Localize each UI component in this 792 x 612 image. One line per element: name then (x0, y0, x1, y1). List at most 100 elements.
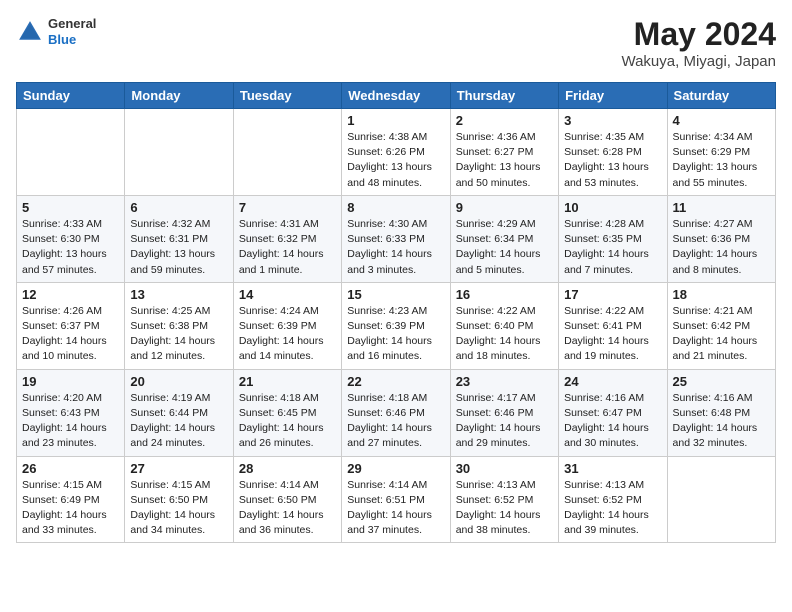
weekday-header-friday: Friday (559, 83, 667, 109)
day-info: Sunrise: 4:16 AMSunset: 6:47 PMDaylight:… (564, 391, 661, 452)
day-info: Sunrise: 4:22 AMSunset: 6:41 PMDaylight:… (564, 304, 661, 365)
day-info: Sunrise: 4:36 AMSunset: 6:27 PMDaylight:… (456, 130, 553, 191)
calendar-cell: 7 Sunrise: 4:31 AMSunset: 6:32 PMDaylight… (233, 195, 341, 282)
calendar-cell: 18Sunrise: 4:21 AMSunset: 6:42 PMDayligh… (667, 282, 775, 369)
calendar-table: SundayMondayTuesdayWednesdayThursdayFrid… (16, 82, 776, 543)
logo-blue-text: Blue (48, 32, 96, 48)
day-number: 8 (347, 200, 444, 215)
day-number: 13 (130, 287, 227, 302)
calendar-cell: 3Sunrise: 4:35 AMSunset: 6:28 PMDaylight… (559, 109, 667, 196)
calendar-cell: 9 Sunrise: 4:29 AMSunset: 6:34 PMDaylight… (450, 195, 558, 282)
day-info: Sunrise: 4:14 AMSunset: 6:51 PMDaylight:… (347, 478, 444, 539)
day-info: Sunrise: 4:27 AMSunset: 6:36 PMDaylight:… (673, 217, 770, 278)
calendar-cell: 22Sunrise: 4:18 AMSunset: 6:46 PMDayligh… (342, 369, 450, 456)
calendar-cell (667, 456, 775, 543)
day-number: 17 (564, 287, 661, 302)
calendar-cell: 23Sunrise: 4:17 AMSunset: 6:46 PMDayligh… (450, 369, 558, 456)
day-number: 16 (456, 287, 553, 302)
day-number: 24 (564, 374, 661, 389)
month-year-title: May 2024 (621, 16, 776, 53)
calendar-cell: 29 Sunrise: 4:14 AMSunset: 6:51 PMDayligh… (342, 456, 450, 543)
calendar-cell: 21 Sunrise: 4:18 AMSunset: 6:45 PMDayligh… (233, 369, 341, 456)
weekday-header-monday: Monday (125, 83, 233, 109)
day-number: 1 (347, 113, 444, 128)
day-info: Sunrise: 4:34 AMSunset: 6:29 PMDaylight:… (673, 130, 770, 191)
day-info: Sunrise: 4:38 AMSunset: 6:26 PMDaylight:… (347, 130, 444, 191)
day-info: Sunrise: 4:20 AMSunset: 6:43 PMDaylight:… (22, 391, 119, 452)
day-info: Sunrise: 4:33 AMSunset: 6:30 PMDaylight:… (22, 217, 119, 278)
day-number: 28 (239, 461, 336, 476)
calendar-week-row: 19 Sunrise: 4:20 AMSunset: 6:43 PMDayligh… (17, 369, 776, 456)
day-number: 23 (456, 374, 553, 389)
day-number: 19 (22, 374, 119, 389)
calendar-cell: 25 Sunrise: 4:16 AMSunset: 6:48 PMDayligh… (667, 369, 775, 456)
day-number: 26 (22, 461, 119, 476)
calendar-cell: 15Sunrise: 4:23 AMSunset: 6:39 PMDayligh… (342, 282, 450, 369)
day-info: Sunrise: 4:24 AMSunset: 6:39 PMDaylight:… (239, 304, 336, 365)
calendar-cell (17, 109, 125, 196)
weekday-header-wednesday: Wednesday (342, 83, 450, 109)
calendar-cell: 16 Sunrise: 4:22 AMSunset: 6:40 PMDayligh… (450, 282, 558, 369)
page-header: General Blue May 2024 Wakuya, Miyagi, Ja… (16, 16, 776, 70)
day-number: 20 (130, 374, 227, 389)
calendar-week-row: 5 Sunrise: 4:33 AMSunset: 6:30 PMDaylight… (17, 195, 776, 282)
day-info: Sunrise: 4:13 AMSunset: 6:52 PMDaylight:… (564, 478, 661, 539)
calendar-cell: 5 Sunrise: 4:33 AMSunset: 6:30 PMDaylight… (17, 195, 125, 282)
calendar-week-row: 26 Sunrise: 4:15 AMSunset: 6:49 PMDayligh… (17, 456, 776, 543)
day-info: Sunrise: 4:19 AMSunset: 6:44 PMDaylight:… (130, 391, 227, 452)
day-number: 10 (564, 200, 661, 215)
day-number: 5 (22, 200, 119, 215)
logo-icon (16, 18, 44, 46)
calendar-cell: 30Sunrise: 4:13 AMSunset: 6:52 PMDayligh… (450, 456, 558, 543)
calendar-cell: 28 Sunrise: 4:14 AMSunset: 6:50 PMDayligh… (233, 456, 341, 543)
day-info: Sunrise: 4:16 AMSunset: 6:48 PMDaylight:… (673, 391, 770, 452)
day-number: 6 (130, 200, 227, 215)
calendar-cell: 19 Sunrise: 4:20 AMSunset: 6:43 PMDayligh… (17, 369, 125, 456)
day-info: Sunrise: 4:31 AMSunset: 6:32 PMDaylight:… (239, 217, 336, 278)
calendar-cell: 6 Sunrise: 4:32 AMSunset: 6:31 PMDaylight… (125, 195, 233, 282)
day-info: Sunrise: 4:32 AMSunset: 6:31 PMDaylight:… (130, 217, 227, 278)
calendar-cell: 17 Sunrise: 4:22 AMSunset: 6:41 PMDayligh… (559, 282, 667, 369)
logo-text: General Blue (48, 16, 96, 47)
day-number: 31 (564, 461, 661, 476)
day-info: Sunrise: 4:25 AMSunset: 6:38 PMDaylight:… (130, 304, 227, 365)
day-number: 7 (239, 200, 336, 215)
calendar-cell: 10 Sunrise: 4:28 AMSunset: 6:35 PMDayligh… (559, 195, 667, 282)
calendar-cell (125, 109, 233, 196)
day-number: 4 (673, 113, 770, 128)
calendar-cell: 13 Sunrise: 4:25 AMSunset: 6:38 PMDayligh… (125, 282, 233, 369)
day-number: 9 (456, 200, 553, 215)
logo: General Blue (16, 16, 96, 47)
calendar-week-row: 1 Sunrise: 4:38 AMSunset: 6:26 PMDaylight… (17, 109, 776, 196)
day-info: Sunrise: 4:15 AMSunset: 6:50 PMDaylight:… (130, 478, 227, 539)
day-info: Sunrise: 4:28 AMSunset: 6:35 PMDaylight:… (564, 217, 661, 278)
day-info: Sunrise: 4:18 AMSunset: 6:45 PMDaylight:… (239, 391, 336, 452)
calendar-cell: 11Sunrise: 4:27 AMSunset: 6:36 PMDayligh… (667, 195, 775, 282)
day-number: 22 (347, 374, 444, 389)
calendar-cell: 2Sunrise: 4:36 AMSunset: 6:27 PMDaylight… (450, 109, 558, 196)
calendar-cell: 24 Sunrise: 4:16 AMSunset: 6:47 PMDayligh… (559, 369, 667, 456)
weekday-header-sunday: Sunday (17, 83, 125, 109)
calendar-cell: 27Sunrise: 4:15 AMSunset: 6:50 PMDayligh… (125, 456, 233, 543)
calendar-cell: 12Sunrise: 4:26 AMSunset: 6:37 PMDayligh… (17, 282, 125, 369)
calendar-cell: 8 Sunrise: 4:30 AMSunset: 6:33 PMDaylight… (342, 195, 450, 282)
calendar-cell: 20 Sunrise: 4:19 AMSunset: 6:44 PMDayligh… (125, 369, 233, 456)
day-info: Sunrise: 4:15 AMSunset: 6:49 PMDaylight:… (22, 478, 119, 539)
day-info: Sunrise: 4:29 AMSunset: 6:34 PMDaylight:… (456, 217, 553, 278)
day-info: Sunrise: 4:14 AMSunset: 6:50 PMDaylight:… (239, 478, 336, 539)
title-block: May 2024 Wakuya, Miyagi, Japan (621, 16, 776, 70)
day-number: 25 (673, 374, 770, 389)
calendar-cell: 1 Sunrise: 4:38 AMSunset: 6:26 PMDaylight… (342, 109, 450, 196)
day-number: 18 (673, 287, 770, 302)
weekday-header-thursday: Thursday (450, 83, 558, 109)
calendar-cell: 31 Sunrise: 4:13 AMSunset: 6:52 PMDayligh… (559, 456, 667, 543)
day-number: 21 (239, 374, 336, 389)
weekday-header-tuesday: Tuesday (233, 83, 341, 109)
day-info: Sunrise: 4:22 AMSunset: 6:40 PMDaylight:… (456, 304, 553, 365)
day-info: Sunrise: 4:35 AMSunset: 6:28 PMDaylight:… (564, 130, 661, 191)
day-number: 29 (347, 461, 444, 476)
calendar-cell (233, 109, 341, 196)
calendar-cell: 26 Sunrise: 4:15 AMSunset: 6:49 PMDayligh… (17, 456, 125, 543)
day-number: 14 (239, 287, 336, 302)
day-info: Sunrise: 4:30 AMSunset: 6:33 PMDaylight:… (347, 217, 444, 278)
